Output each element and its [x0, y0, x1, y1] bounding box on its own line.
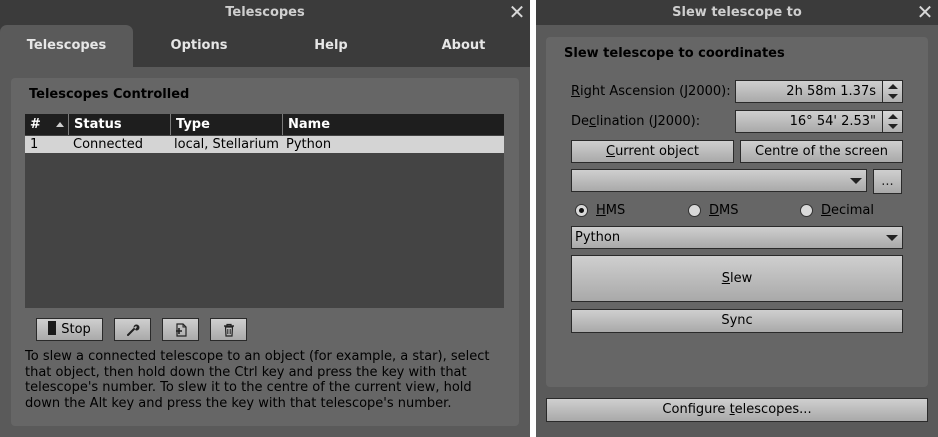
- tab-options[interactable]: Options: [133, 25, 265, 67]
- trash-icon: [223, 323, 234, 337]
- add-document-icon: [175, 323, 187, 337]
- column-header-name[interactable]: Name: [283, 114, 504, 135]
- current-object-button[interactable]: Current object: [571, 140, 734, 163]
- sort-ascending-icon: [56, 122, 64, 127]
- window-titlebar[interactable]: Slew telescope to: [536, 0, 938, 25]
- radio-selected-dot: [579, 208, 584, 213]
- telescopes-table: # Status Type Name 1 Connected local, St…: [25, 114, 504, 308]
- configure-telescope-button[interactable]: [114, 318, 151, 341]
- configure-telescopes-button[interactable]: Configure telescopes...: [546, 398, 928, 422]
- chevron-down-icon: [850, 178, 862, 184]
- telescopes-window: Telescopes ✕ Telescopes Options Help Abo…: [0, 0, 530, 437]
- window-titlebar[interactable]: Telescopes: [0, 0, 530, 25]
- tab-bar: Telescopes Options Help About: [0, 25, 530, 67]
- cell-status: Connected: [73, 137, 144, 152]
- ra-label: Right Ascension (J2000):: [571, 84, 731, 99]
- ra-stepper[interactable]: [882, 81, 902, 102]
- dec-spinbox[interactable]: 16° 54' 2.53": [735, 110, 903, 133]
- remove-telescope-button[interactable]: [210, 318, 247, 341]
- help-text: To slew a connected telescope to an obje…: [25, 349, 490, 411]
- wrench-icon: [126, 324, 139, 336]
- cell-name: Python: [286, 137, 332, 152]
- window-title: Slew telescope to: [672, 5, 802, 20]
- ra-spinbox[interactable]: 2h 58m 1.37s: [735, 80, 903, 103]
- section-title: Slew telescope to coordinates: [564, 46, 785, 61]
- sync-button[interactable]: Sync: [571, 309, 903, 333]
- close-icon[interactable]: ✕: [508, 0, 526, 25]
- slew-window: Slew telescope to ✕ Slew telescope to co…: [536, 0, 938, 437]
- saved-coordinates-combo[interactable]: [571, 169, 867, 192]
- up-arrow-icon[interactable]: [888, 84, 898, 89]
- centre-of-screen-button[interactable]: Centre of the screen: [740, 140, 903, 163]
- dec-value: 16° 54' 2.53": [789, 114, 876, 129]
- tab-help[interactable]: Help: [265, 25, 397, 67]
- add-telescope-button[interactable]: [162, 318, 199, 341]
- column-header-type[interactable]: Type: [171, 114, 283, 135]
- section-title: Telescopes Controlled: [29, 87, 190, 102]
- column-header-status[interactable]: Status: [69, 114, 171, 135]
- stop-icon: [48, 321, 57, 335]
- dec-stepper[interactable]: [882, 111, 902, 132]
- up-arrow-icon[interactable]: [888, 114, 898, 119]
- tab-about[interactable]: About: [397, 25, 530, 67]
- close-icon[interactable]: ✕: [916, 0, 934, 25]
- radio-hms[interactable]: HMS: [575, 203, 655, 219]
- cell-number: 1: [30, 137, 39, 152]
- down-arrow-icon[interactable]: [888, 124, 898, 129]
- cell-type: local, Stellarium: [174, 137, 279, 152]
- dec-label: Declination (J2000):: [571, 114, 701, 129]
- column-header-number[interactable]: #: [25, 114, 69, 135]
- ellipsis-button[interactable]: ...: [873, 169, 902, 194]
- radio-dms[interactable]: DMS: [688, 203, 768, 219]
- table-row[interactable]: 1 Connected local, Stellarium Python: [25, 136, 504, 153]
- telescope-select[interactable]: Python: [571, 226, 903, 249]
- radio-decimal[interactable]: Decimal: [800, 203, 900, 219]
- table-header: # Status Type Name: [25, 114, 504, 135]
- tab-telescopes[interactable]: Telescopes: [0, 25, 133, 67]
- chevron-down-icon: [886, 235, 898, 241]
- stop-button[interactable]: Stop: [36, 318, 103, 341]
- ra-value: 2h 58m 1.37s: [786, 84, 876, 99]
- slew-button[interactable]: Slew: [571, 255, 903, 302]
- down-arrow-icon[interactable]: [888, 94, 898, 99]
- window-title: Telescopes: [225, 5, 305, 20]
